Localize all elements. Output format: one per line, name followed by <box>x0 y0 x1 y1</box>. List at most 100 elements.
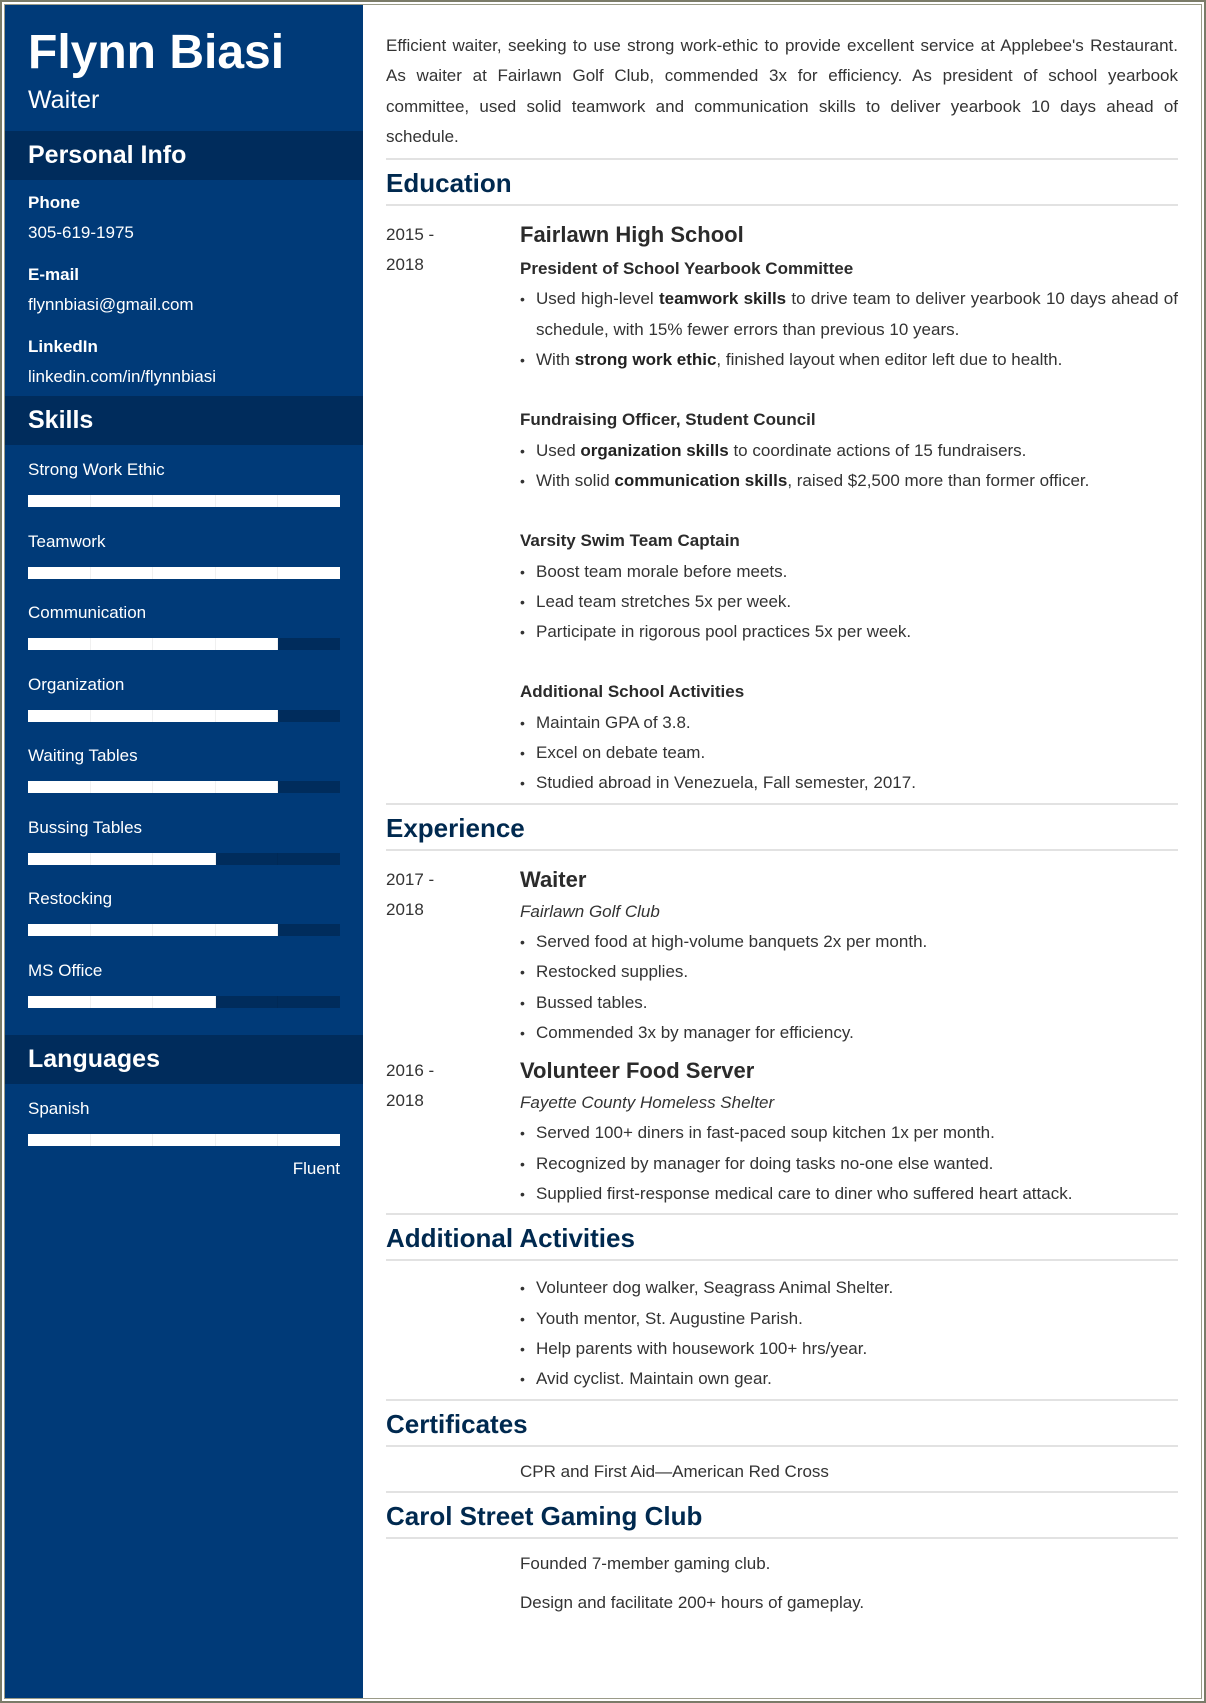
skill-level-bar <box>28 495 340 507</box>
date-end: 2018 <box>386 899 424 919</box>
info-phone: Phone 305-619-1975 <box>28 192 340 244</box>
education-role-title: President of School Yearbook Committee <box>520 259 854 279</box>
entry-body: Waiter Fairlawn Golf Club Served food at h… <box>520 865 1178 1049</box>
skill-name: Strong Work Ethic <box>28 460 165 479</box>
info-email: E-mail flynnbiasi@gmail.com <box>28 264 340 316</box>
level-segment <box>28 709 91 722</box>
bullet-item: Commended 3x by manager for efficiency. <box>520 1018 1178 1049</box>
skill-name: Bussing Tables <box>28 817 143 837</box>
bullet-text: Boost team morale before meets. <box>536 561 788 581</box>
bullet-item: Served 100+ diners in fast-paced soup ki… <box>520 1118 1178 1149</box>
additional-activities-body: Volunteer dog walker, Seagrass Animal Sh… <box>386 1273 1178 1394</box>
date-start: 2015 - <box>386 225 435 245</box>
certificates-heading: Certificates <box>386 1398 1178 1447</box>
bullet-text: Used high-level <box>536 289 659 309</box>
info-label: LinkedIn <box>28 337 98 356</box>
job-title: Waiter <box>520 866 587 892</box>
bullet-item: Lead team stretches 5x per week. <box>520 587 1178 618</box>
linkedin-value[interactable]: linkedin.com/in/flynnbiasi <box>28 366 340 388</box>
bullet-item: Boost team morale before meets. <box>520 557 1178 588</box>
level-segment <box>215 495 279 507</box>
email-value[interactable]: flynnbiasi@gmail.com <box>28 294 340 316</box>
level-segment <box>216 995 279 1008</box>
skill-name: Communication <box>28 603 147 622</box>
education-bullets: Boost team morale before meets. Lead team… <box>520 557 1178 648</box>
education-bullets: Used organization skills to coordinate a… <box>520 436 1178 497</box>
level-segment <box>28 995 91 1008</box>
skill-item: Waiting Tables <box>28 745 340 817</box>
education-heading: Education <box>386 158 1178 207</box>
language-level-bar <box>28 1134 340 1146</box>
level-segment <box>215 709 279 722</box>
date-end: 2018 <box>386 255 424 275</box>
gaming-club-item: Founded 7-member gaming club. <box>520 1553 771 1573</box>
job-title: Volunteer Food Server <box>520 1058 755 1084</box>
skill-level-bar <box>28 566 340 579</box>
skill-name: Teamwork <box>28 531 106 551</box>
level-segment <box>90 709 154 722</box>
bullet-text: to coordinate actions of 15 fundraisers. <box>728 440 1027 460</box>
resume-page: Flynn Biasi Waiter Personal Info Phone 3… <box>4 4 1202 1699</box>
bullet-item: Served food at high-volume banquets 2x p… <box>520 927 1178 958</box>
education-role-title: Fundraising Officer, Student Council <box>520 410 816 430</box>
level-segment <box>153 495 216 507</box>
education-role-title: Varsity Swim Team Captain <box>520 531 740 551</box>
level-segment <box>28 781 91 793</box>
languages-list: Spanish Fluent <box>5 1084 363 1180</box>
skill-item: Organization <box>28 674 340 746</box>
experience-list: 2017 - 2018 Waiter Fairlawn Golf Club Served… <box>386 865 1178 1210</box>
bullet-item: Recognized by manager for doing tasks no… <box>520 1149 1178 1180</box>
info-label: E-mail <box>28 265 80 284</box>
language-level-label: Fluent <box>292 1159 340 1178</box>
experience-entry: 2016 - 2018 Volunteer Food Server Fayette C… <box>386 1056 1178 1209</box>
resume-frame: Flynn Biasi Waiter Personal Info Phone 3… <box>0 0 1206 1703</box>
level-segment <box>90 566 154 579</box>
phone-value: 305-619-1975 <box>28 223 134 242</box>
level-segment <box>28 1134 91 1146</box>
level-segment <box>90 1134 154 1146</box>
level-segment <box>278 710 340 722</box>
level-segment <box>278 853 340 865</box>
language-name: Spanish <box>28 1099 90 1118</box>
skill-level-bar <box>28 924 340 936</box>
bullet-item: Supplied first-response medical care to … <box>520 1179 1178 1210</box>
experience-bullets: Served 100+ diners in fast-paced soup ki… <box>520 1118 1178 1209</box>
level-segment <box>153 709 216 722</box>
experience-entry: 2017 - 2018 Waiter Fairlawn Golf Club Served… <box>386 865 1178 1049</box>
skill-item: Restocking <box>28 888 340 960</box>
bullet-text: Lead team stretches 5x per week. <box>536 591 792 611</box>
level-segment <box>28 924 91 936</box>
bullet-text: Studied abroad in Venezuela, Fall semest… <box>536 773 916 793</box>
level-segment <box>278 638 340 650</box>
sidebar: Flynn Biasi Waiter Personal Info Phone 3… <box>5 5 363 1698</box>
level-segment <box>153 852 216 865</box>
activities-list: Volunteer dog walker, Seagrass Animal Sh… <box>520 1273 1178 1394</box>
level-segment <box>90 638 154 650</box>
gaming-club-item: Design and facilitate 200+ hours of game… <box>520 1593 865 1613</box>
skill-name: Organization <box>28 674 125 694</box>
certificate-item: CPR and First Aid—American Red Cross <box>520 1461 829 1481</box>
bullet-text: , finished layout when editor left due t… <box>716 350 1063 370</box>
level-segment <box>278 781 340 793</box>
skill-level-bar <box>28 781 340 793</box>
entry-body: Volunteer Food Server Fayette County Home… <box>520 1056 1178 1209</box>
skill-name: Waiting Tables <box>28 746 138 765</box>
experience-bullets: Served food at high-volume banquets 2x p… <box>520 927 1178 1048</box>
level-segment <box>216 852 279 865</box>
skill-item: Communication <box>28 602 340 674</box>
level-segment <box>90 781 154 793</box>
level-segment <box>90 924 154 936</box>
bullet-item: Restocked supplies. <box>520 957 1178 988</box>
main-content: Efficient waiter, seeking to use strong … <box>363 5 1201 1698</box>
skill-item: Strong Work Ethic <box>28 459 340 531</box>
entry-date: 2016 - 2018 <box>386 1056 520 1209</box>
level-segment <box>153 924 216 936</box>
education-role-title: Additional School Activities <box>520 682 745 702</box>
bullet-text: Participate in rigorous pool practices 5… <box>536 622 912 642</box>
bullet-highlight: strong work ethic <box>574 350 717 370</box>
level-segment <box>90 852 154 865</box>
skills-list: Strong Work Ethic Teamwork Communication Or… <box>5 445 363 1035</box>
skill-level-bar <box>28 638 340 650</box>
bullet-item: Participate in rigorous pool practices 5… <box>520 617 1178 648</box>
date-start: 2017 - <box>386 869 435 889</box>
